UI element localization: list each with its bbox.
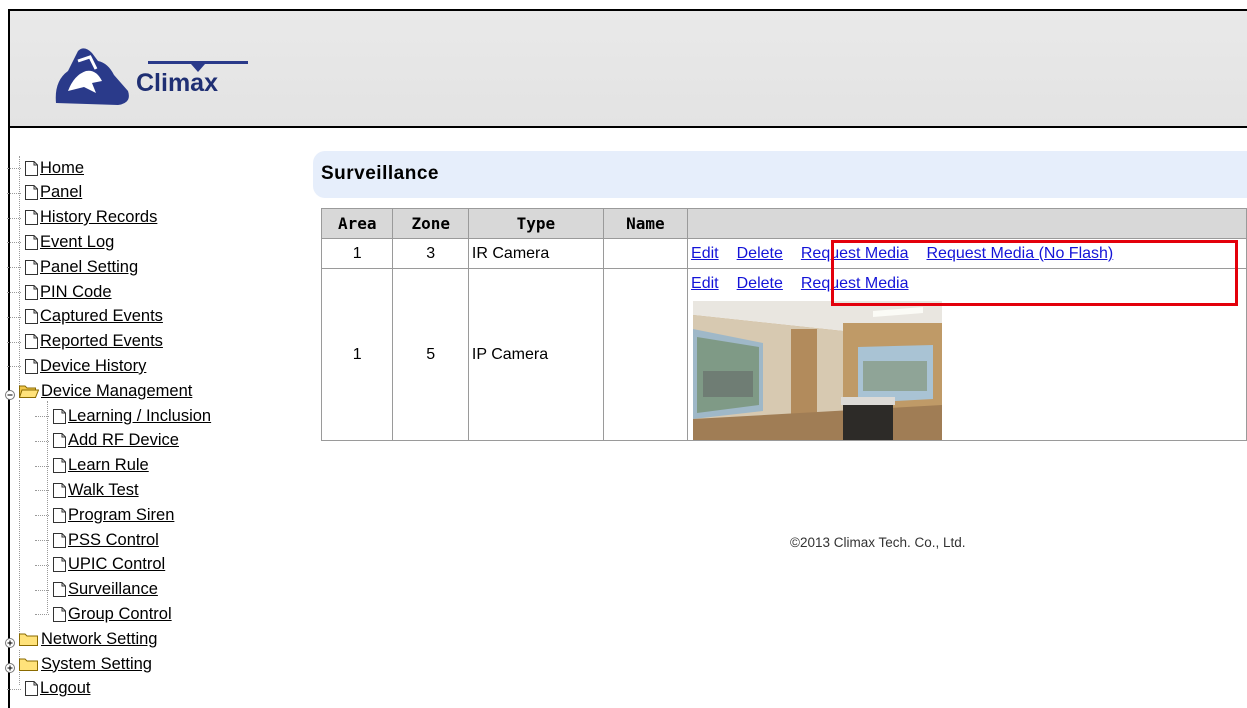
- sidebar-item-label[interactable]: Logout: [40, 679, 90, 698]
- sidebar-item-label[interactable]: UPIC Control: [68, 555, 165, 574]
- edit-link[interactable]: Edit: [691, 275, 719, 292]
- sidebar-item-system-setting[interactable]: System Setting: [5, 652, 152, 676]
- sidebar-item-event-log[interactable]: Event Log: [12, 230, 114, 254]
- sidebar-item-label[interactable]: History Records: [40, 208, 157, 227]
- collapse-icon[interactable]: [5, 386, 15, 401]
- sidebar-item-label[interactable]: Surveillance: [68, 580, 158, 599]
- page-icon: [53, 433, 66, 449]
- cell-type: IP Camera: [467, 268, 604, 441]
- delete-link[interactable]: Delete: [737, 245, 783, 262]
- sidebar-item-label[interactable]: Walk Test: [68, 481, 139, 500]
- request-media-link[interactable]: Request Media: [801, 245, 909, 262]
- cell-name: [602, 238, 689, 269]
- table-row: 1 3 IR Camera Edit Delete Request Media Req…: [320, 238, 1247, 269]
- cell-zone: 3: [392, 238, 469, 269]
- sidebar-item-label[interactable]: Device Management: [41, 382, 192, 401]
- sidebar-item-add-rf-device[interactable]: Add RF Device: [40, 429, 179, 453]
- sidebar-item-label[interactable]: Reported Events: [40, 332, 163, 351]
- table-header-row: Area Zone Type Name: [320, 208, 1247, 239]
- sidebar-item-label[interactable]: Captured Events: [40, 307, 163, 326]
- sidebar-item-group-control[interactable]: Group Control: [40, 602, 172, 626]
- sidebar-item-reported-events[interactable]: Reported Events: [12, 330, 163, 354]
- page-icon: [25, 284, 38, 300]
- page-icon: [25, 185, 38, 201]
- brand-name: Climax: [136, 69, 218, 97]
- page-icon: [53, 582, 66, 598]
- column-header-type: Type: [467, 208, 604, 239]
- expand-icon[interactable]: [5, 634, 15, 649]
- page-icon: [53, 557, 66, 573]
- page-icon: [53, 408, 66, 424]
- delete-link[interactable]: Delete: [737, 275, 783, 292]
- cell-actions: Edit Delete Request Media Request Media (No…: [687, 238, 1247, 269]
- page-icon: [25, 358, 38, 374]
- sidebar-item-label[interactable]: System Setting: [41, 655, 152, 674]
- page-title-bar: Surveillance: [313, 151, 1247, 198]
- request-media-link[interactable]: Request Media: [801, 275, 909, 292]
- cell-type: IR Camera: [467, 238, 604, 269]
- page-icon: [53, 606, 66, 622]
- sidebar-item-label[interactable]: Learn Rule: [68, 456, 149, 475]
- page-icon: [53, 458, 66, 474]
- folder-open-icon: [18, 384, 40, 399]
- sidebar-item-device-history[interactable]: Device History: [12, 354, 146, 378]
- page-icon: [25, 234, 38, 250]
- sidebar-item-label[interactable]: Network Setting: [41, 630, 157, 649]
- sidebar-item-walk-test[interactable]: Walk Test: [40, 478, 139, 502]
- page-icon: [25, 259, 38, 275]
- sidebar-item-label[interactable]: Program Siren: [68, 506, 174, 525]
- page-icon: [25, 681, 38, 697]
- sidebar-item-surveillance[interactable]: Surveillance: [40, 578, 158, 602]
- folder-icon: [19, 657, 39, 671]
- sidebar-item-network-setting[interactable]: Network Setting: [5, 627, 157, 651]
- sidebar-item-pin-code[interactable]: PIN Code: [12, 280, 112, 304]
- sidebar-item-pss-control[interactable]: PSS Control: [40, 528, 159, 552]
- cell-area: 1: [320, 238, 394, 269]
- page-icon: [25, 309, 38, 325]
- sidebar-item-panel-setting[interactable]: Panel Setting: [12, 255, 138, 279]
- sidebar-item-panel[interactable]: Panel: [12, 181, 82, 205]
- camera-snapshot-image[interactable]: [693, 301, 942, 440]
- sidebar-item-device-management[interactable]: Device Management: [5, 379, 192, 403]
- sidebar-item-label[interactable]: Event Log: [40, 233, 114, 252]
- expand-icon[interactable]: [5, 659, 15, 673]
- sidebar-item-label[interactable]: Learning / Inclusion: [68, 407, 211, 426]
- sidebar-item-learn-rule[interactable]: Learn Rule: [40, 454, 149, 478]
- sidebar-item-history-records[interactable]: History Records: [12, 206, 157, 230]
- sidebar-item-learning-inclusion[interactable]: Learning / Inclusion: [40, 404, 211, 428]
- column-header-zone: Zone: [392, 208, 469, 239]
- sidebar-item-home[interactable]: Home: [12, 156, 84, 180]
- column-header-area: Area: [320, 208, 394, 239]
- cell-area: 1: [320, 268, 394, 441]
- page-icon: [53, 507, 66, 523]
- edit-link[interactable]: Edit: [691, 245, 719, 262]
- sidebar-item-label[interactable]: PSS Control: [68, 531, 159, 550]
- page-icon: [53, 532, 66, 548]
- sidebar-item-label[interactable]: Panel Setting: [40, 258, 138, 277]
- sidebar-item-label[interactable]: Panel: [40, 183, 82, 202]
- sidebar-item-label[interactable]: Group Control: [68, 605, 172, 624]
- sidebar-item-label[interactable]: PIN Code: [40, 283, 112, 302]
- cell-zone: 5: [392, 268, 469, 441]
- sidebar-item-upic-control[interactable]: UPIC Control: [40, 553, 165, 577]
- header-banner: Climax: [10, 11, 1247, 128]
- sidebar-item-captured-events[interactable]: Captured Events: [12, 305, 163, 329]
- page-icon: [25, 334, 38, 350]
- request-media-no-flash-link[interactable]: Request Media (No Flash): [927, 245, 1114, 262]
- column-header-name: Name: [602, 208, 689, 239]
- cell-name: [602, 268, 689, 441]
- sidebar-item-label[interactable]: Add RF Device: [68, 431, 179, 450]
- page-title: Surveillance: [321, 163, 439, 184]
- column-header-actions: [687, 208, 1247, 239]
- folder-icon: [19, 632, 39, 647]
- sidebar-item-program-siren[interactable]: Program Siren: [40, 503, 174, 527]
- page-icon: [25, 160, 38, 176]
- sidebar-item-logout[interactable]: Logout: [12, 677, 90, 701]
- sidebar-item-label[interactable]: Device History: [40, 357, 146, 376]
- copyright-footer: ©2013 Climax Tech. Co., Ltd.: [790, 535, 966, 550]
- sidebar-item-label[interactable]: Home: [40, 159, 84, 178]
- page-icon: [25, 210, 38, 226]
- page-icon: [53, 482, 66, 498]
